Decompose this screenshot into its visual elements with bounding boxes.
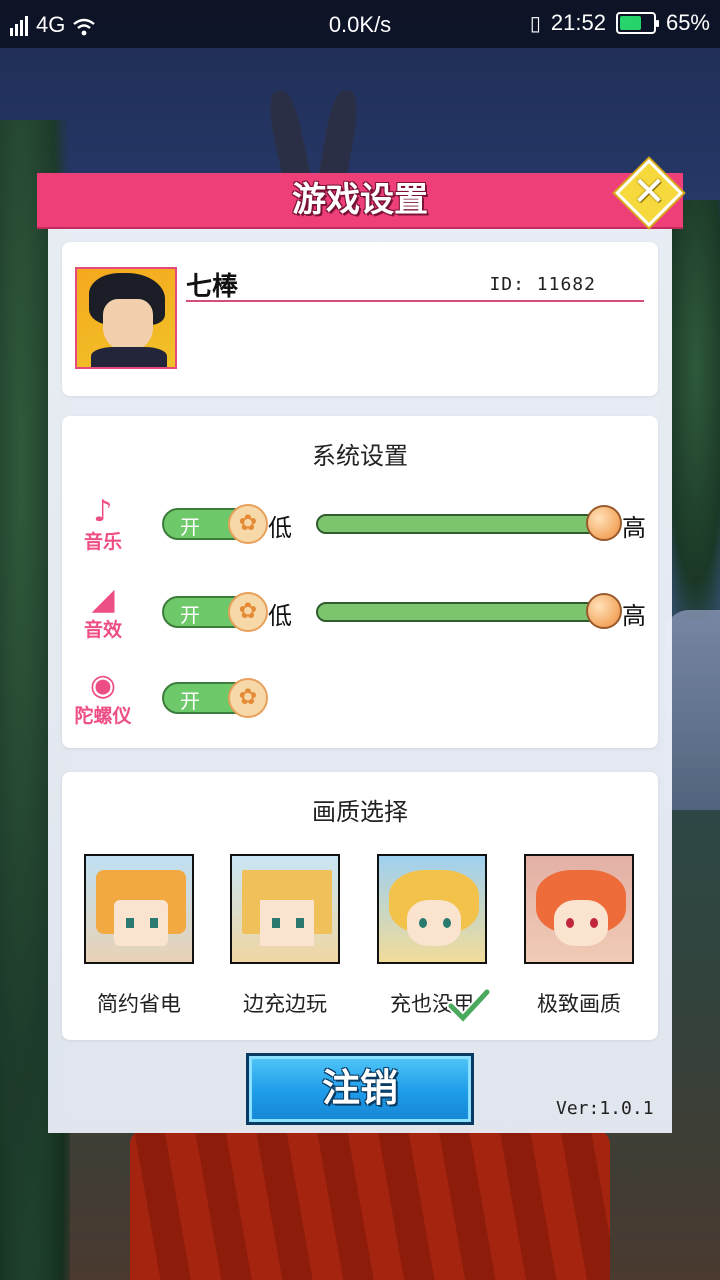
close-x-icon: ✕: [632, 169, 666, 215]
check-icon: [447, 988, 491, 1024]
quality-title: 画质选择: [312, 798, 408, 826]
music-note-icon: ♪ 音乐: [70, 494, 136, 560]
quality-option-label: 边充边玩: [243, 992, 327, 1016]
quality-option-useless-charge[interactable]: 充也没用: [377, 854, 491, 1024]
speaker-icon: ◢ 音效: [70, 582, 136, 648]
background-lantern: [665, 610, 720, 810]
system-settings-title: 系统设置: [312, 442, 408, 470]
battery-icon: [615, 12, 659, 34]
profile-card: 七棒 ID: 11682: [62, 242, 658, 396]
battery-percent: 65%: [665, 10, 710, 35]
music-label: 音乐: [83, 531, 122, 553]
player-name: 七棒: [186, 272, 239, 302]
quality-option-label: 极致画质: [537, 992, 621, 1016]
system-settings-card: 系统设置 ♪ 音乐 开 ✿ 低 高 ◢ 音效 开 ✿ 低 高 ◉ 陀螺仪 开 ✿: [62, 416, 658, 748]
logout-button[interactable]: 注销: [246, 1053, 474, 1125]
player-id: ID: 11682: [489, 274, 596, 295]
quality-thumbnail: [377, 854, 487, 964]
background-character-skirt: [130, 1130, 610, 1280]
music-slider-knob[interactable]: [586, 505, 622, 541]
sound-effects-low-label: 低: [268, 602, 292, 630]
gyroscope-label: 陀螺仪: [74, 705, 132, 727]
quality-option-charge-play[interactable]: 边充边玩: [230, 854, 340, 1018]
music-low-label: 低: [268, 514, 292, 542]
dialog-title: 游戏设置: [292, 180, 428, 220]
sound-effects-slider-knob[interactable]: [586, 593, 622, 629]
music-volume-slider[interactable]: [316, 505, 622, 541]
music-toggle[interactable]: 开 ✿: [162, 504, 268, 544]
sound-effects-toggle[interactable]: 开 ✿: [162, 592, 268, 632]
quality-option-ultimate[interactable]: 极致画质: [524, 854, 634, 1018]
clock: 21:52: [550, 10, 606, 35]
sound-effects-high-label: 高: [622, 602, 646, 630]
title-bar: 游戏设置: [37, 173, 683, 227]
sound-effects-toggle-label: 开: [180, 603, 200, 627]
version-label: Ver:1.0.1: [556, 1098, 654, 1119]
vibrate-icon: ▯: [529, 12, 541, 35]
status-bar: 4G 0.0K/s ▯ 21:52 65%: [0, 0, 720, 48]
quality-thumbnail: [524, 854, 634, 964]
paw-icon: ✿: [228, 678, 268, 718]
quality-option-power-saving[interactable]: 简约省电: [84, 854, 194, 1018]
gyroscope-icon: ◉ 陀螺仪: [70, 668, 136, 734]
quality-thumbnail: [84, 854, 194, 964]
gyroscope-toggle-label: 开: [180, 689, 200, 713]
paw-icon: ✿: [228, 592, 268, 632]
music-toggle-label: 开: [180, 515, 200, 539]
quality-option-label: 简约省电: [97, 992, 181, 1016]
paw-icon: ✿: [228, 504, 268, 544]
music-high-label: 高: [622, 514, 646, 542]
sound-effects-volume-slider[interactable]: [316, 593, 622, 629]
quality-thumbnail: [230, 854, 340, 964]
quality-card: 画质选择 简约省电 边充边玩 充也没用 极致画质: [62, 772, 658, 1040]
name-divider: [186, 300, 644, 302]
avatar[interactable]: [75, 267, 177, 369]
gyroscope-toggle[interactable]: 开 ✿: [162, 678, 268, 718]
sound-effects-label: 音效: [83, 619, 122, 641]
close-button[interactable]: ✕: [615, 159, 683, 227]
